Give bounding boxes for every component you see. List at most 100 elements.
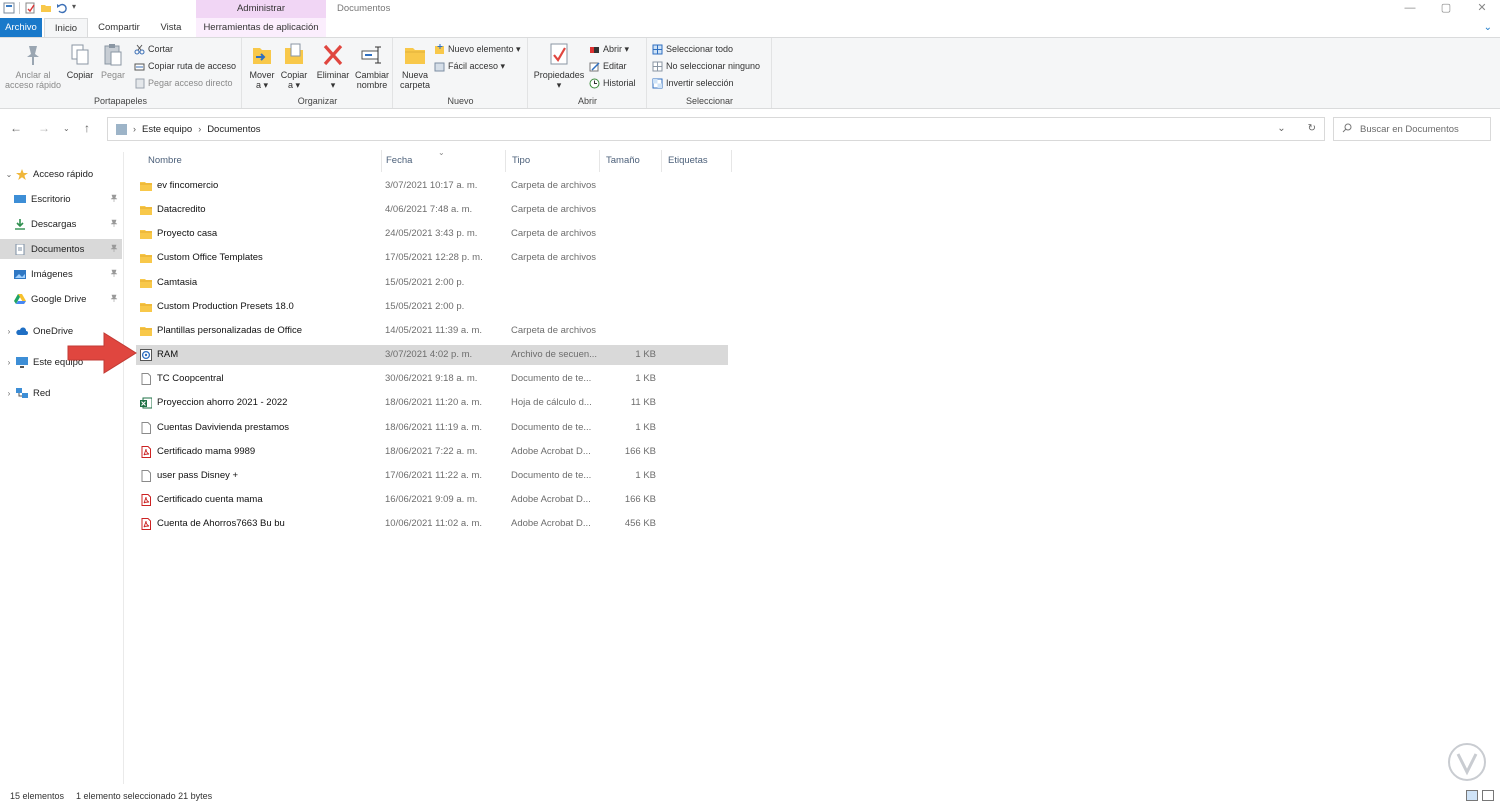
- delete-icon: [323, 44, 343, 66]
- tab-archivo[interactable]: Archivo: [0, 18, 42, 37]
- breadcrumb-este-equipo[interactable]: Este equipo: [142, 124, 192, 135]
- file-name: TC Coopcentral: [157, 373, 224, 385]
- address-bar[interactable]: › Este equipo › Documentos ⌄ ↻: [107, 117, 1325, 141]
- file-row[interactable]: RAM 3/07/2021 4:02 p. m. Archivo de secuen…: [136, 345, 728, 366]
- file-row[interactable]: TC Coopcentral 30/06/2021 9:18 a. m. Docum…: [136, 369, 728, 389]
- file-row[interactable]: user pass Disney + 17/06/2021 11:22 a. m.…: [136, 466, 728, 486]
- file-row[interactable]: Certificado cuenta mama 16/06/2021 9:09 a…: [136, 490, 728, 510]
- history-button[interactable]: Historial: [589, 75, 636, 91]
- file-row[interactable]: Proyecto casa 24/05/2021 3:43 p. m. Carpet…: [136, 224, 728, 244]
- forward-arrow-icon[interactable]: →: [38, 121, 50, 135]
- undo-icon[interactable]: [56, 2, 68, 14]
- file-date: 16/06/2021 9:09 a. m.: [385, 493, 478, 505]
- file-type: Carpeta de archivos: [511, 204, 597, 216]
- file-row[interactable]: Cuentas Davivienda prestamos 18/06/2021 1…: [136, 418, 728, 438]
- breadcrumb-separator-icon[interactable]: ›: [133, 124, 136, 134]
- nav-item-acceso-r-pido[interactable]: ⌄ Acceso rápido: [0, 164, 122, 184]
- file-row[interactable]: Camtasia 15/05/2021 2:00 p.: [136, 273, 728, 293]
- invert-selection-button[interactable]: Invertir selección: [652, 75, 734, 91]
- new-folder-icon[interactable]: [40, 2, 52, 14]
- new-folder-button[interactable]: Nueva carpeta: [398, 42, 432, 90]
- breadcrumb-documentos[interactable]: Documentos: [207, 124, 260, 135]
- file-row[interactable]: Custom Production Presets 18.0 15/05/2021…: [136, 297, 728, 317]
- nav-item-label: Red: [33, 387, 51, 399]
- qat-customize-icon[interactable]: ▾: [72, 2, 84, 14]
- expand-chevron-icon[interactable]: ›: [2, 358, 16, 367]
- pin-icon: [110, 194, 118, 204]
- column-header-tipo[interactable]: Tipo: [506, 150, 600, 172]
- file-row[interactable]: Datacredito 4/06/2021 7:48 a. m. Carpeta d…: [136, 200, 728, 220]
- large-icons-view-icon[interactable]: [1482, 790, 1494, 801]
- pin-quick-access-button[interactable]: Anclar al acceso rápido: [4, 42, 62, 90]
- up-arrow-icon[interactable]: ↑: [84, 121, 90, 135]
- open-button[interactable]: Abrir ▾: [589, 41, 629, 57]
- copy-path-button[interactable]: Copiar ruta de acceso: [134, 58, 236, 74]
- expand-chevron-icon[interactable]: ›: [2, 327, 16, 336]
- file-size: 1 KB: [635, 349, 656, 361]
- file-row[interactable]: Custom Office Templates 17/05/2021 12:28 …: [136, 248, 728, 268]
- tab-inicio[interactable]: Inicio: [44, 18, 88, 37]
- properties-dropdown[interactable]: ▾: [557, 80, 562, 90]
- cut-button[interactable]: Cortar: [134, 41, 173, 57]
- file-row[interactable]: Cuenta de Ahorros7663 Bu bu 10/06/2021 11…: [136, 514, 728, 534]
- select-all-button[interactable]: Seleccionar todo: [652, 41, 733, 57]
- close-button[interactable]: ✕: [1464, 0, 1500, 18]
- paste-button[interactable]: Pegar: [98, 42, 128, 80]
- nav-item-escritorio[interactable]: Escritorio: [0, 189, 122, 209]
- easy-access-button[interactable]: Fácil acceso ▾: [434, 58, 505, 74]
- collapse-chevron-icon[interactable]: ⌄: [2, 170, 16, 179]
- maximize-button[interactable]: ▢: [1428, 0, 1464, 18]
- copy-to-button[interactable]: Copiar a ▾: [279, 42, 309, 90]
- group-label-nuevo: Nuevo: [447, 96, 474, 106]
- recent-locations-icon[interactable]: ⌄: [63, 124, 70, 133]
- context-group-title: Administrar: [196, 0, 326, 19]
- properties-button[interactable]: Propiedades ▾: [533, 42, 585, 90]
- pin-label-1: Anclar al: [15, 70, 51, 80]
- column-header-tamano[interactable]: Tamaño: [600, 150, 662, 172]
- group-organizar: Mover a ▾ Copiar a ▾ Eliminar ▾ Cambiar …: [243, 38, 393, 108]
- new-item-button[interactable]: Nuevo elemento ▾: [434, 41, 521, 57]
- nav-item-google-drive[interactable]: Google Drive: [0, 289, 122, 309]
- nav-item-im-genes[interactable]: Imágenes: [0, 264, 122, 284]
- ribbon-expand-icon[interactable]: ⌄: [1484, 22, 1492, 33]
- group-label-seleccionar: Seleccionar: [685, 96, 734, 106]
- nav-item-descargas[interactable]: Descargas: [0, 214, 122, 234]
- tab-herramientas-aplicacion[interactable]: Herramientas de aplicación: [196, 18, 326, 37]
- column-header-fecha[interactable]: Fecha: [380, 150, 506, 172]
- column-header-etiquetas[interactable]: Etiquetas: [662, 150, 732, 172]
- properties-label: Propiedades: [533, 70, 585, 80]
- file-row[interactable]: Plantillas personalizadas de Office 14/05…: [136, 321, 728, 341]
- refresh-icon[interactable]: ↻: [1308, 123, 1316, 134]
- file-date: 15/05/2021 2:00 p.: [385, 276, 465, 288]
- edit-button[interactable]: Editar: [589, 58, 627, 74]
- nav-item-red[interactable]: › Red: [0, 383, 122, 403]
- column-header-nombre[interactable]: Nombre: [142, 150, 382, 172]
- app-icon[interactable]: [3, 2, 15, 14]
- search-box[interactable]: Buscar en Documentos: [1333, 117, 1491, 141]
- properties-icon[interactable]: [24, 2, 36, 14]
- rename-button[interactable]: Cambiar nombre: [353, 42, 391, 90]
- file-row[interactable]: Certificado mama 9989 18/06/2021 7:22 a. …: [136, 442, 728, 462]
- details-view-icon[interactable]: [1466, 790, 1478, 801]
- select-none-button[interactable]: No seleccionar ninguno: [652, 58, 760, 74]
- paste-shortcut-button[interactable]: Pegar acceso directo: [134, 75, 233, 91]
- tab-vista[interactable]: Vista: [152, 18, 190, 37]
- file-row[interactable]: Proyeccion ahorro 2021 - 2022 18/06/2021 …: [136, 393, 728, 413]
- minimize-button[interactable]: —: [1392, 0, 1428, 18]
- breadcrumb-separator-icon[interactable]: ›: [198, 124, 201, 134]
- file-name-cell: Camtasia: [140, 273, 380, 293]
- network-icon: [16, 387, 28, 399]
- nav-item-documentos[interactable]: Documentos: [0, 239, 122, 259]
- ribbon-tabs: Archivo Inicio Compartir Vista Herramien…: [0, 18, 1500, 37]
- tab-compartir[interactable]: Compartir: [93, 18, 145, 37]
- select-none-label: No seleccionar ninguno: [666, 61, 761, 71]
- file-row[interactable]: ev fincomercio 3/07/2021 10:17 a. m. Carpe…: [136, 176, 728, 196]
- delete-dropdown[interactable]: ▾: [331, 80, 336, 90]
- move-to-button[interactable]: Mover a ▾: [247, 42, 277, 90]
- back-arrow-icon[interactable]: ←: [10, 121, 22, 135]
- address-dropdown-icon[interactable]: ⌄: [1277, 123, 1285, 134]
- folder-icon: [140, 204, 152, 216]
- delete-button[interactable]: Eliminar ▾: [315, 42, 351, 90]
- copy-button[interactable]: Copiar: [64, 42, 96, 80]
- expand-chevron-icon[interactable]: ›: [2, 389, 16, 398]
